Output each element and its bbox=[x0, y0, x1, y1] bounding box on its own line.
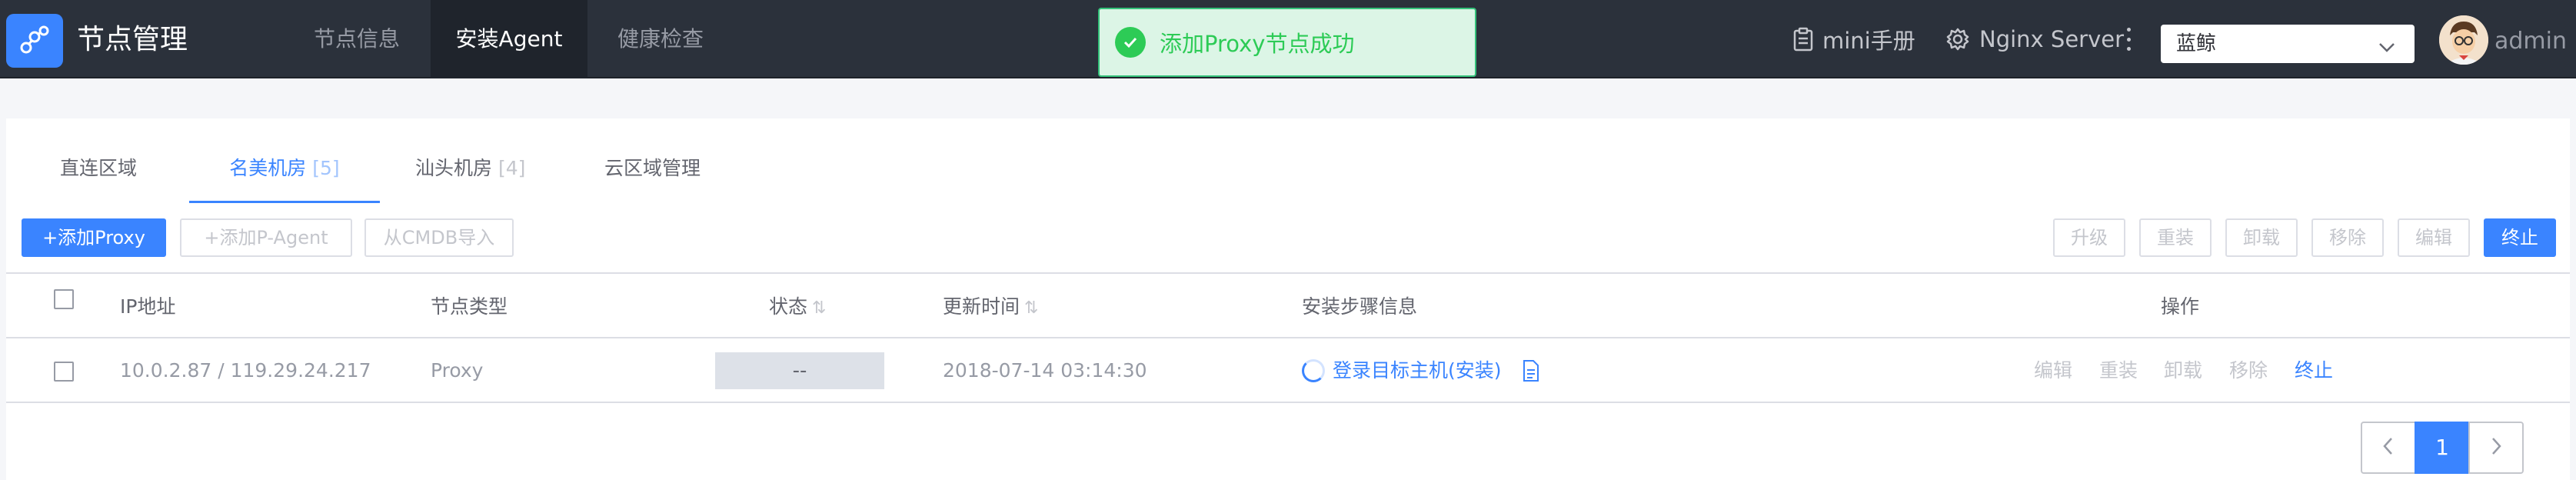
row-uninstall-action[interactable]: 卸载 bbox=[2164, 338, 2202, 403]
nav-health-check[interactable]: 健康检查 bbox=[603, 0, 718, 78]
row-step-label: 登录目标主机(安装) bbox=[1333, 359, 1502, 382]
row-node-type: Proxy bbox=[431, 359, 484, 382]
reinstall-button[interactable]: 重装 bbox=[2139, 218, 2212, 257]
chevron-left-icon bbox=[2379, 435, 2398, 461]
remove-button[interactable]: 移除 bbox=[2311, 218, 2384, 257]
mini-manual-label: mini手册 bbox=[1822, 28, 1915, 54]
column-time-label: 更新时间 bbox=[943, 295, 1020, 318]
row-reinstall-action[interactable]: 重装 bbox=[2099, 338, 2138, 403]
pagination-prev-button[interactable] bbox=[2361, 422, 2416, 474]
tab-count: [5] bbox=[312, 157, 340, 179]
business-select[interactable]: 蓝鲸 bbox=[2161, 25, 2415, 63]
row-checkbox[interactable] bbox=[54, 362, 74, 382]
mini-manual-link[interactable]: mini手册 bbox=[1793, 0, 1915, 78]
tab-label: 云区域管理 bbox=[604, 157, 701, 179]
row-edit-action[interactable]: 编辑 bbox=[2034, 338, 2072, 403]
app-title: 节点管理 bbox=[77, 24, 188, 55]
nav-node-info[interactable]: 节点信息 bbox=[298, 0, 415, 78]
sort-icon[interactable]: ⇅ bbox=[812, 298, 826, 318]
clipboard-icon bbox=[1793, 27, 1813, 52]
nav-install-agent[interactable]: 安装Agent bbox=[431, 0, 587, 78]
column-status[interactable]: 状态 ⇅ bbox=[769, 274, 826, 342]
username[interactable]: admin bbox=[2494, 28, 2567, 55]
tab-label: 汕头机房 bbox=[415, 157, 493, 179]
import-cmdb-button[interactable]: 从CMDB导入 bbox=[364, 218, 514, 257]
chevron-right-icon bbox=[2487, 435, 2505, 461]
column-ip: IP地址 bbox=[120, 295, 176, 318]
pagination-next-button[interactable] bbox=[2468, 422, 2524, 474]
column-actions: 操作 bbox=[2161, 295, 2200, 318]
row-update-time: 2018-07-14 03:14:30 bbox=[943, 359, 1147, 382]
add-proxy-button[interactable]: +添加Proxy bbox=[22, 218, 166, 257]
tab-shantou-room[interactable]: 汕头机房 [4] bbox=[415, 118, 525, 203]
uninstall-button[interactable]: 卸载 bbox=[2225, 218, 2298, 257]
app-logo-icon[interactable] bbox=[6, 14, 63, 68]
success-toast: 添加Proxy节点成功 bbox=[1098, 8, 1476, 77]
gear-icon bbox=[1945, 27, 1970, 52]
row-ip: 10.0.2.87 / 119.29.24.217 bbox=[120, 359, 371, 382]
more-icon[interactable] bbox=[2125, 28, 2132, 51]
main-content-card: 直连区域 名美机房 [5] 汕头机房 [4] 云区域管理 +添加Proxy +添… bbox=[6, 118, 2570, 480]
loading-spinner-icon bbox=[1302, 359, 1325, 382]
select-all-checkbox[interactable] bbox=[54, 289, 74, 309]
tab-label: 名美机房 bbox=[229, 157, 307, 179]
row-remove-action[interactable]: 移除 bbox=[2229, 338, 2268, 403]
sort-icon[interactable]: ⇅ bbox=[1024, 298, 1038, 318]
column-update-time[interactable]: 更新时间 ⇅ bbox=[943, 274, 1038, 342]
column-node-type: 节点类型 bbox=[431, 295, 508, 318]
tab-mingmei-room[interactable]: 名美机房 [5] bbox=[189, 118, 380, 203]
pagination-current-page[interactable]: 1 bbox=[2415, 422, 2470, 474]
toast-message: 添加Proxy节点成功 bbox=[1160, 31, 1355, 57]
row-install-step[interactable]: 登录目标主机(安装) bbox=[1302, 338, 1540, 403]
nginx-server-link[interactable]: Nginx Server bbox=[1945, 0, 2124, 78]
add-pagent-button[interactable]: +添加P-Agent bbox=[180, 218, 352, 257]
region-tabs: 直连区域 名美机房 [5] 汕头机房 [4] 云区域管理 bbox=[6, 118, 2570, 205]
upgrade-button[interactable]: 升级 bbox=[2053, 218, 2125, 257]
log-document-icon[interactable] bbox=[1522, 359, 1540, 382]
stop-button[interactable]: 终止 bbox=[2484, 218, 2556, 257]
tab-count: [4] bbox=[498, 157, 526, 179]
edit-button[interactable]: 编辑 bbox=[2398, 218, 2470, 257]
column-install-steps: 安装步骤信息 bbox=[1302, 295, 1418, 318]
row-status: -- bbox=[715, 352, 884, 389]
nginx-server-label: Nginx Server bbox=[1979, 26, 2125, 52]
row-stop-action[interactable]: 终止 bbox=[2295, 338, 2333, 403]
chevron-down-icon bbox=[2376, 32, 2398, 71]
table-header: IP地址 节点类型 状态 ⇅ 更新时间 ⇅ 安装步骤信息 操作 bbox=[6, 272, 2570, 338]
check-circle-icon bbox=[1115, 27, 1146, 58]
tab-label: 直连区域 bbox=[60, 157, 138, 179]
column-status-label: 状态 bbox=[769, 295, 808, 318]
user-avatar[interactable] bbox=[2439, 15, 2488, 65]
tab-direct-region[interactable]: 直连区域 bbox=[60, 118, 137, 203]
business-select-value: 蓝鲸 bbox=[2176, 32, 2217, 55]
table-row: 10.0.2.87 / 119.29.24.217 Proxy -- 2018-… bbox=[6, 338, 2570, 403]
tab-cloud-region-manage[interactable]: 云区域管理 bbox=[604, 118, 701, 203]
